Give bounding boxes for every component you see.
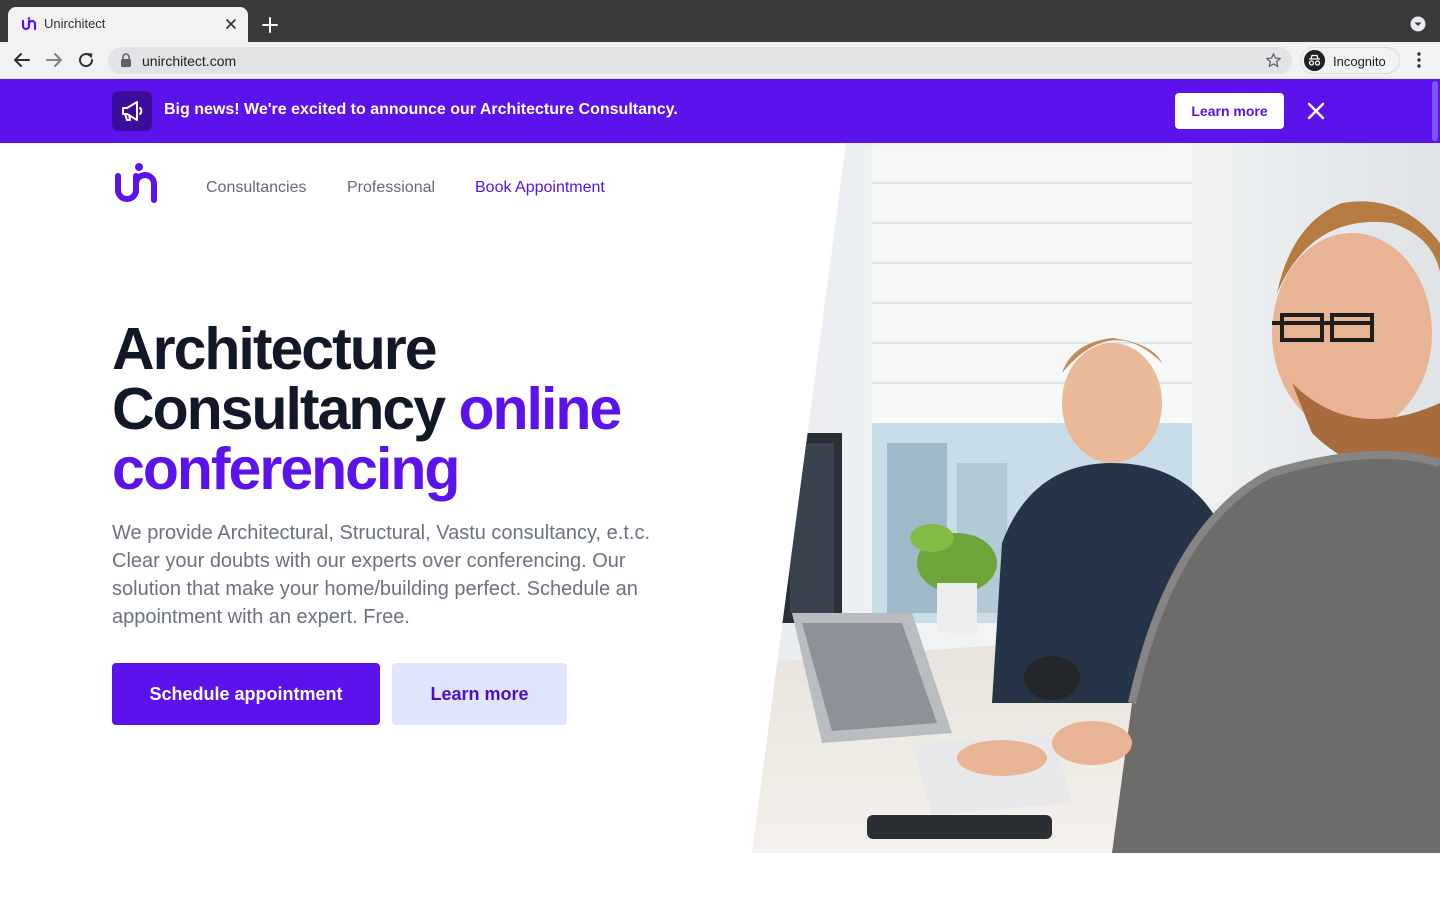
tab-search-icon[interactable] bbox=[1410, 16, 1426, 32]
nav-professional[interactable]: Professional bbox=[347, 179, 435, 197]
learn-more-button[interactable]: Learn more bbox=[392, 663, 567, 725]
hero-photo bbox=[752, 143, 1440, 853]
unirchitect-logo[interactable] bbox=[113, 162, 165, 204]
incognito-label: Incognito bbox=[1333, 54, 1386, 69]
nav-book-appointment[interactable]: Book Appointment bbox=[475, 179, 605, 197]
browser-tab[interactable]: Unirchitect bbox=[8, 7, 248, 42]
incognito-icon bbox=[1304, 50, 1325, 71]
address-bar[interactable]: unirchitect.com bbox=[108, 47, 1292, 74]
new-tab-icon[interactable] bbox=[260, 15, 280, 35]
close-icon[interactable] bbox=[1304, 99, 1328, 123]
unirchitect-logo-icon bbox=[21, 17, 37, 31]
page-content: Big news! We're excited to announce our … bbox=[0, 79, 1440, 900]
forward-arrow-icon[interactable] bbox=[44, 50, 64, 70]
hero-title-line1: Architecture bbox=[112, 316, 438, 382]
hero-title-accent2: conferencing bbox=[112, 436, 460, 502]
hero-title: Architecture Consultancy online conferen… bbox=[112, 316, 622, 502]
reload-icon[interactable] bbox=[76, 50, 96, 70]
url-text[interactable]: unirchitect.com bbox=[142, 53, 236, 69]
browser-tabstrip: Unirchitect bbox=[0, 0, 1440, 42]
megaphone-icon bbox=[122, 101, 143, 121]
incognito-badge[interactable]: Incognito bbox=[1300, 47, 1400, 74]
schedule-appointment-button[interactable]: Schedule appointment bbox=[112, 663, 380, 725]
hero-title-line2: Consultancy bbox=[112, 376, 446, 442]
back-arrow-icon[interactable] bbox=[12, 50, 32, 70]
announcement-banner: Big news! We're excited to announce our … bbox=[0, 79, 1440, 143]
browser-toolbar: unirchitect.com Incognito bbox=[0, 42, 1440, 79]
nav-consultancies[interactable]: Consultancies bbox=[206, 179, 307, 197]
scrollbar-thumb[interactable] bbox=[1432, 79, 1438, 143]
lock-icon[interactable] bbox=[120, 53, 132, 67]
hero-title-accent1: online bbox=[458, 376, 622, 442]
kebab-menu-icon[interactable] bbox=[1411, 51, 1427, 69]
banner-learn-more-button[interactable]: Learn more bbox=[1175, 93, 1284, 129]
star-icon[interactable] bbox=[1265, 52, 1282, 69]
banner-message: Big news! We're excited to announce our … bbox=[164, 101, 678, 118]
banner-icon-box bbox=[112, 91, 152, 131]
hero-description: We provide Architectural, Structural, Va… bbox=[112, 522, 651, 628]
tab-title: Unirchitect bbox=[44, 16, 106, 31]
close-tab-icon[interactable] bbox=[222, 15, 240, 33]
